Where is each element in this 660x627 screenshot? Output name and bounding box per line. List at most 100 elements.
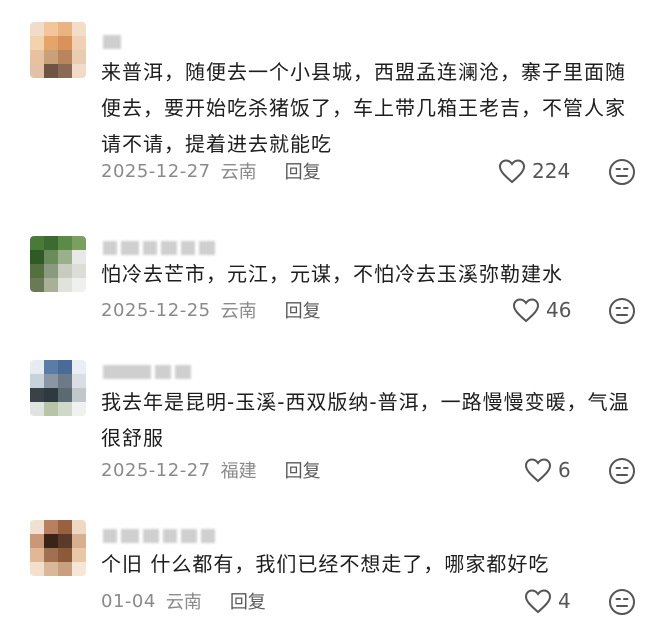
avatar-mosaic-cell: [58, 548, 72, 562]
reply-button[interactable]: 回复: [230, 588, 266, 614]
avatar-mosaic-cell: [44, 388, 58, 402]
avatar-mosaic-cell: [30, 402, 44, 416]
like-count: 224: [532, 159, 571, 183]
like-count: 4: [558, 589, 571, 613]
comment-text: 怕冷去芒市，元江，元谋，不怕冷去玉溪弥勒建水: [101, 262, 563, 286]
avatar-mosaic-cell: [44, 36, 58, 50]
avatar-mosaic-cell: [30, 264, 44, 278]
dislike-button[interactable]: [608, 457, 636, 489]
avatar-mosaic-cell: [72, 50, 86, 64]
avatar-mosaic-cell: [72, 22, 86, 36]
avatar-mosaic-cell: [58, 50, 72, 64]
comment-location: 云南: [220, 162, 257, 183]
avatar-mosaic-cell: [30, 548, 44, 562]
avatar-mosaic-cell: [58, 562, 72, 576]
avatar-mosaic-cell: [58, 264, 72, 278]
avatar-mosaic-cell: [30, 534, 44, 548]
avatar-mosaic-cell: [72, 388, 86, 402]
username-blurred[interactable]: [103, 240, 215, 256]
like-count: 46: [546, 298, 572, 322]
avatar-mosaic-cell: [72, 264, 86, 278]
heart-outline-icon: [524, 458, 552, 483]
avatar-mosaic-cell: [58, 278, 72, 292]
comment-location: 云南: [220, 301, 257, 322]
avatar-mosaic-cell: [72, 278, 86, 292]
comment-meta: 01-04 云南 回复: [101, 588, 266, 614]
avatar-mosaic-cell: [30, 64, 44, 78]
avatar-mosaic-cell: [44, 50, 58, 64]
avatar-mosaic-cell: [72, 534, 86, 548]
like-button[interactable]: 4: [524, 588, 571, 614]
avatar-mosaic-cell: [72, 36, 86, 50]
comment-date: 2025-12-25: [101, 299, 211, 321]
avatar-mosaic-cell: [58, 388, 72, 402]
heart-outline-icon: [512, 298, 540, 323]
avatar-mosaic-cell: [58, 22, 72, 36]
heart-outline-icon: [524, 589, 552, 614]
avatar-mosaic-cell: [44, 360, 58, 374]
avatar-mosaic-cell: [58, 374, 72, 388]
meh-face-icon: [609, 159, 635, 185]
avatar-mosaic-cell: [44, 236, 58, 250]
avatar-mosaic-cell: [58, 520, 72, 534]
avatar-mosaic-cell: [72, 520, 86, 534]
avatar-mosaic-cell: [30, 250, 44, 264]
meh-face-icon: [609, 589, 635, 615]
avatar[interactable]: [30, 22, 86, 78]
comment-text: 个旧 什么都有，我们已经不想走了，哪家都好吃: [101, 552, 550, 576]
meh-face-icon: [609, 458, 635, 484]
comment-text: 来普洱，随便去一个小县城，西盟孟连澜沧，寨子里面随便去，要开始吃杀猪饭了，车上带…: [101, 60, 626, 156]
avatar-mosaic-cell: [72, 64, 86, 78]
like-button[interactable]: 46: [512, 297, 571, 323]
comment-location: 福建: [220, 461, 257, 482]
avatar[interactable]: [30, 520, 86, 576]
comment-meta: 2025-12-25 云南 回复: [101, 297, 321, 323]
avatar-mosaic-cell: [30, 36, 44, 50]
meh-face-icon: [609, 298, 635, 324]
avatar-mosaic-cell: [72, 548, 86, 562]
username-blurred[interactable]: [103, 528, 215, 544]
reply-button[interactable]: 回复: [285, 158, 321, 184]
avatar-mosaic-cell: [58, 36, 72, 50]
like-count: 6: [558, 458, 571, 482]
dislike-button[interactable]: [608, 158, 636, 190]
avatar-mosaic-cell: [44, 64, 58, 78]
like-button[interactable]: 224: [498, 158, 570, 184]
comment-date: 2025-12-27: [101, 160, 211, 182]
avatar-mosaic-cell: [44, 548, 58, 562]
avatar-mosaic-cell: [58, 236, 72, 250]
dislike-button[interactable]: [608, 297, 636, 329]
avatar-mosaic-cell: [72, 374, 86, 388]
reply-button[interactable]: 回复: [285, 297, 321, 323]
avatar-mosaic-cell: [72, 562, 86, 576]
like-button[interactable]: 6: [524, 457, 571, 483]
comment-date: 2025-12-27: [101, 459, 211, 481]
dislike-button[interactable]: [608, 588, 636, 620]
comment-date: 01-04: [101, 590, 156, 612]
avatar-mosaic-cell: [58, 250, 72, 264]
avatar-mosaic-cell: [30, 50, 44, 64]
avatar-mosaic-cell: [72, 250, 86, 264]
avatar-mosaic-cell: [30, 236, 44, 250]
avatar-mosaic-cell: [72, 402, 86, 416]
comment-meta: 2025-12-27 云南 回复: [101, 158, 321, 184]
comment-meta: 2025-12-27 福建 回复: [101, 457, 321, 483]
comment-text: 我去年是昆明-玉溪-西双版纳-普洱，一路慢慢变暖，气温很舒服: [101, 390, 630, 450]
avatar-mosaic-cell: [44, 264, 58, 278]
username-blurred[interactable]: [103, 34, 121, 50]
avatar-mosaic-cell: [44, 520, 58, 534]
avatar-mosaic-cell: [44, 22, 58, 36]
avatar-mosaic-cell: [30, 22, 44, 36]
avatar[interactable]: [30, 360, 86, 416]
avatar-mosaic-cell: [30, 520, 44, 534]
avatar-mosaic-cell: [30, 562, 44, 576]
avatar-mosaic-cell: [72, 360, 86, 374]
avatar-mosaic-cell: [44, 374, 58, 388]
avatar-mosaic-cell: [44, 534, 58, 548]
username-blurred[interactable]: [103, 364, 191, 380]
avatar-mosaic-cell: [58, 360, 72, 374]
avatar-mosaic-cell: [30, 388, 44, 402]
avatar-mosaic-cell: [44, 250, 58, 264]
avatar[interactable]: [30, 236, 86, 292]
reply-button[interactable]: 回复: [285, 457, 321, 483]
